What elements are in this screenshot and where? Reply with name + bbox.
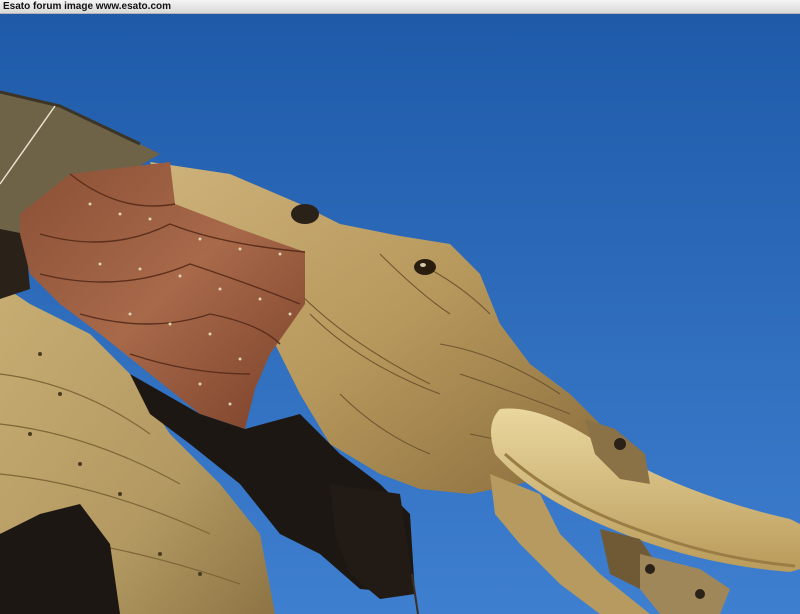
watermark-text: Esato forum image www.esato.com — [3, 1, 172, 12]
eye-highlight — [420, 263, 426, 267]
elephant-eye — [414, 259, 436, 275]
forehead-hole — [291, 204, 319, 224]
mechanical-elephant-photo — [0, 14, 800, 614]
image-viewer: Esato forum image www.esato.com — [0, 0, 800, 614]
watermark-bar: Esato forum image www.esato.com — [0, 0, 800, 14]
